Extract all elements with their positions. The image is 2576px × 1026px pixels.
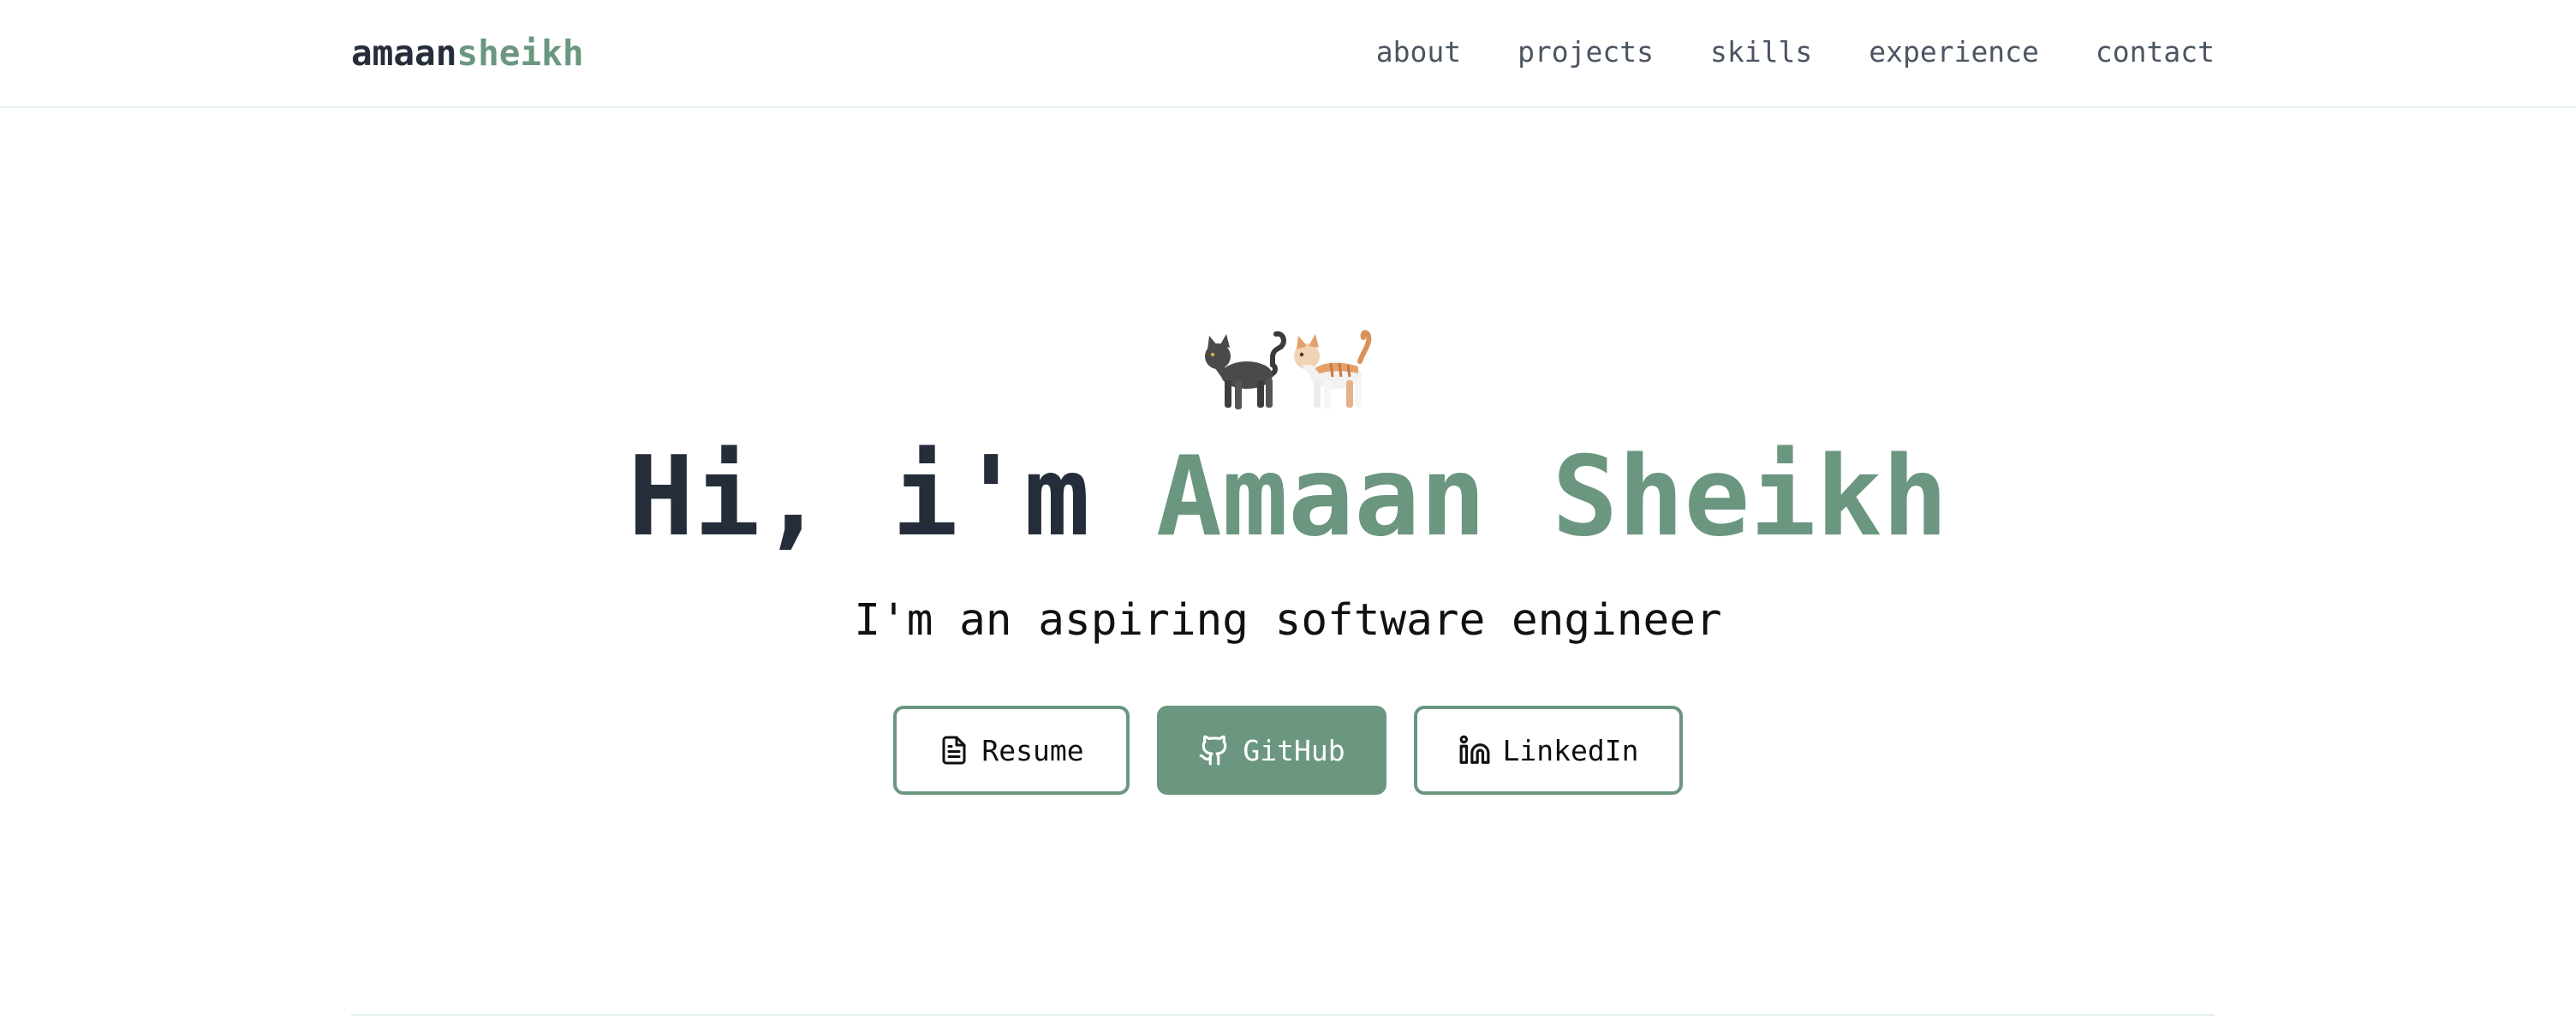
linkedin-button[interactable]: LinkedIn — [1414, 706, 1683, 795]
nav-link-skills[interactable]: skills — [1710, 35, 1812, 69]
hero-subtitle: I'm an aspiring software engineer — [854, 595, 1722, 646]
site-logo[interactable]: amaansheikh — [351, 31, 584, 75]
hero-headline: Hi, i'm Amaan Sheikh — [0, 433, 2576, 562]
github-icon — [1199, 735, 1227, 766]
logo-second-part: sheikh — [456, 33, 584, 74]
headline-greeting: Hi, i'm — [628, 433, 1156, 561]
document-icon — [942, 736, 966, 765]
hero-buttons: Resume GitHub LinkedIn — [0, 706, 2576, 795]
black-cat-icon — [1205, 331, 1286, 409]
section-divider — [351, 1014, 2215, 1016]
orange-cat-icon — [1294, 330, 1372, 409]
github-button-label: GitHub — [1243, 733, 1345, 767]
logo-first-part: amaan — [351, 33, 457, 74]
headline-name: Amaan Sheikh — [1155, 433, 1948, 561]
hero-section: Hi, i'm Amaan Sheikh I'm an aspiring sof… — [0, 108, 2576, 1016]
nav-link-experience[interactable]: experience — [1869, 35, 2039, 69]
resume-button[interactable]: Resume — [893, 706, 1130, 795]
nav-link-projects[interactable]: projects — [1518, 35, 1654, 69]
navbar: amaansheikh about projects skills experi… — [0, 0, 2576, 108]
nav-link-contact[interactable]: contact — [2096, 35, 2215, 69]
nav-links: about projects skills experience contact — [1376, 33, 2215, 72]
resume-button-label: Resume — [981, 733, 1084, 767]
linkedin-icon — [1459, 735, 1489, 764]
github-button[interactable]: GitHub — [1157, 706, 1386, 795]
emoji-row — [0, 327, 2576, 413]
nav-link-about[interactable]: about — [1376, 35, 1461, 69]
linkedin-button-label: LinkedIn — [1502, 733, 1639, 767]
